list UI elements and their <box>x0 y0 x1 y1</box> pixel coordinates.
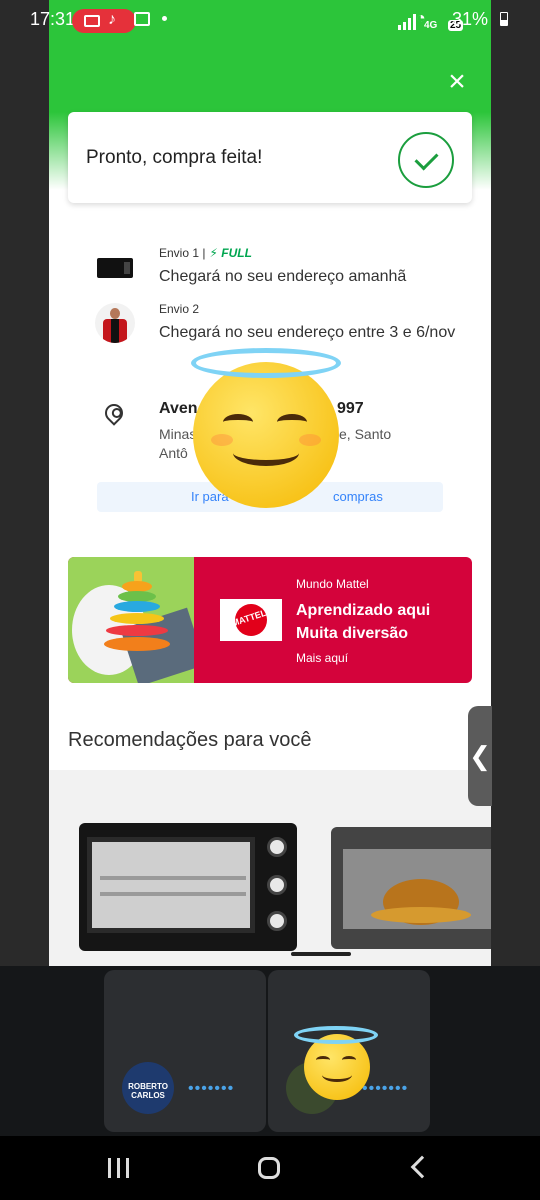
call-tile-1[interactable] <box>104 970 266 1132</box>
carousel-scrollbar <box>291 952 351 956</box>
gallery-icon <box>134 12 150 26</box>
banner-toy-image <box>68 557 194 683</box>
notification-dot-icon <box>162 16 167 21</box>
mattel-logo: MATTEL <box>220 599 282 641</box>
product-card-oven-1[interactable] <box>79 823 297 951</box>
connecting-dots-icon: ••••••• <box>188 1080 235 1097</box>
address-line-2: Antô <box>159 445 188 461</box>
address-line-1-end: e, Santo <box>339 426 392 442</box>
shipment-2-label: Envio 2 <box>159 302 200 316</box>
address-title-end: 997 <box>337 400 364 417</box>
purchase-done-title: Pronto, compra feita! <box>86 147 263 168</box>
screen-record-indicator: ♪ <box>72 9 136 33</box>
side-panel-handle[interactable]: ❮ <box>468 706 492 806</box>
check-circle-icon <box>398 132 454 188</box>
network-type: 4G <box>424 20 438 31</box>
screen: 17:31 ♪ ◔ 4G 25 31% × Pronto, compra fei… <box>0 0 540 1200</box>
shipment-1-number: Envio 1 | <box>159 246 206 260</box>
close-icon[interactable]: × <box>443 67 471 97</box>
mattel-promo-banner[interactable]: MATTEL Mundo Mattel Aprendizado aqui Mui… <box>68 557 472 683</box>
recents-icon[interactable] <box>108 1158 130 1178</box>
shipment-2-eta: Chegará no seu endereço entre 3 e 6/nov <box>159 324 456 341</box>
shipment-1-eta: Chegará no seu endereço amanhã <box>159 268 407 285</box>
product-thumbnail-microwave <box>97 258 133 278</box>
camera-icon <box>84 15 100 27</box>
location-pin-icon <box>101 400 127 426</box>
connecting-dots-icon: ••••••• <box>362 1080 409 1097</box>
full-badge: ⚡ FULL <box>209 246 252 260</box>
home-icon[interactable] <box>258 1157 280 1179</box>
status-time: 17:31 <box>30 9 76 29</box>
back-icon[interactable] <box>410 1155 434 1179</box>
banner-kicker: Mundo Mattel <box>296 577 369 591</box>
go-to-purchases-label-end: compras <box>333 489 383 504</box>
address-line-1-start: Minas <box>159 426 197 442</box>
angel-emoji-sticker <box>191 348 341 508</box>
battery-level: 31% <box>452 9 489 29</box>
recommendations-title: Recomendações para você <box>68 729 312 751</box>
avatar: ROBERTO CARLOS <box>122 1062 174 1114</box>
product-thumbnail-jersey <box>95 303 135 343</box>
status-bar: 17:31 ♪ ◔ 4G 25 31% <box>0 0 540 40</box>
tiktok-icon: ♪ <box>108 11 116 28</box>
angel-emoji-sticker-small <box>294 1026 378 1100</box>
address-title-start: Aven <box>159 400 198 417</box>
system-navigation-bar <box>0 1136 540 1200</box>
shipment-1-label: Envio 1 | ⚡ FULL <box>159 246 252 260</box>
signal-icon <box>398 14 418 30</box>
battery-icon <box>500 12 508 26</box>
product-card-oven-2[interactable] <box>331 827 491 949</box>
banner-title: Aprendizado aqui Muita diversão <box>296 602 431 642</box>
banner-more-link[interactable]: Mais aquí <box>296 651 348 665</box>
purchase-done-card: Pronto, compra feita! <box>68 112 472 203</box>
avatar-name: ROBERTO CARLOS <box>128 1082 168 1100</box>
